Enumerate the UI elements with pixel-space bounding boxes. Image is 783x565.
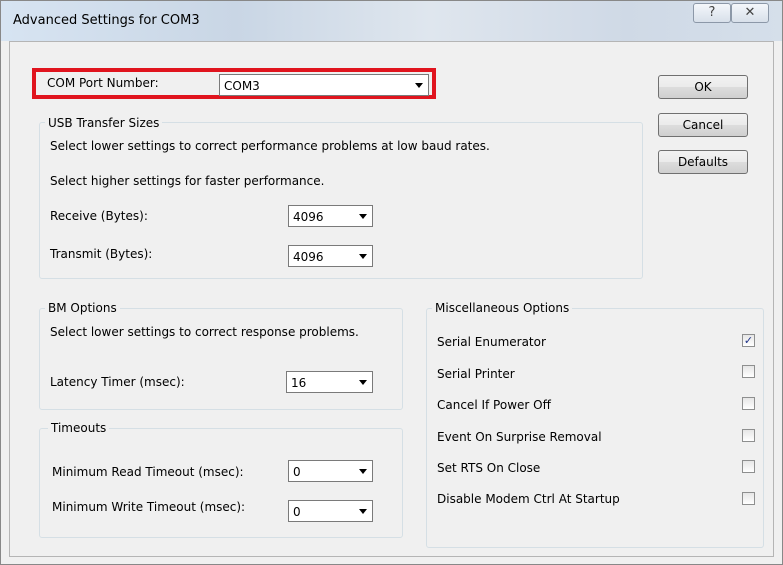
- serial-printer-checkbox[interactable]: [742, 365, 755, 378]
- chevron-down-icon: [359, 254, 367, 259]
- serial-enumerator-checkbox[interactable]: ✓: [742, 334, 755, 347]
- timeouts-title: Timeouts: [48, 421, 110, 435]
- close-button[interactable]: ✕: [731, 3, 769, 23]
- set-rts-on-close-label: Set RTS On Close: [437, 461, 541, 475]
- com-port-label: COM Port Number:: [47, 76, 159, 90]
- usb-transfer-title: USB Transfer Sizes: [45, 116, 163, 130]
- bm-options-title: BM Options: [45, 301, 120, 315]
- chevron-down-icon: [359, 380, 367, 385]
- chevron-down-icon: [415, 83, 423, 88]
- usb-desc-higher: Select higher settings for faster perfor…: [50, 174, 325, 188]
- title-bar[interactable]: Advanced Settings for COM3 ? ✕: [1, 1, 782, 41]
- cancel-button[interactable]: Cancel: [658, 113, 748, 137]
- read-timeout-select[interactable]: 0: [288, 460, 373, 482]
- write-timeout-value: 0: [293, 505, 301, 519]
- chevron-down-icon: [359, 214, 367, 219]
- defaults-button[interactable]: Defaults: [658, 150, 748, 174]
- write-timeout-label: Minimum Write Timeout (msec):: [52, 500, 246, 514]
- dialog-window: Advanced Settings for COM3 ? ✕ COM Port …: [0, 0, 783, 565]
- checkmark-icon: ✓: [743, 334, 754, 347]
- com-port-select[interactable]: COM3: [219, 74, 429, 96]
- com-port-value: COM3: [224, 79, 260, 93]
- event-on-surprise-removal-label: Event On Surprise Removal: [437, 430, 602, 444]
- disable-modem-ctrl-checkbox[interactable]: [742, 492, 755, 505]
- latency-select[interactable]: 16: [286, 371, 373, 393]
- serial-printer-label: Serial Printer: [437, 367, 515, 381]
- help-button[interactable]: ?: [693, 3, 731, 23]
- latency-value: 16: [291, 376, 307, 390]
- event-on-surprise-removal-checkbox[interactable]: [742, 429, 755, 442]
- latency-label: Latency Timer (msec):: [50, 375, 185, 389]
- bm-desc: Select lower settings to correct respons…: [50, 325, 359, 339]
- cancel-if-power-off-label: Cancel If Power Off: [437, 398, 551, 412]
- receive-label: Receive (Bytes):: [50, 209, 148, 223]
- ok-button[interactable]: OK: [658, 75, 748, 99]
- help-icon: ?: [708, 5, 716, 20]
- receive-select[interactable]: 4096: [288, 205, 373, 227]
- transmit-label: Transmit (Bytes):: [50, 247, 153, 261]
- set-rts-on-close-checkbox[interactable]: [742, 460, 755, 473]
- read-timeout-value: 0: [293, 465, 301, 479]
- cancel-if-power-off-checkbox[interactable]: [742, 397, 755, 410]
- close-icon: ✕: [744, 5, 756, 20]
- chevron-down-icon: [359, 469, 367, 474]
- window-title: Advanced Settings for COM3: [13, 13, 200, 28]
- serial-enumerator-label: Serial Enumerator: [437, 335, 546, 349]
- transmit-select[interactable]: 4096: [288, 245, 373, 267]
- write-timeout-select[interactable]: 0: [288, 500, 373, 522]
- bm-options-group: [39, 308, 403, 410]
- chevron-down-icon: [359, 509, 367, 514]
- transmit-value: 4096: [293, 250, 324, 264]
- read-timeout-label: Minimum Read Timeout (msec):: [52, 465, 244, 479]
- receive-value: 4096: [293, 210, 324, 224]
- dialog-body: COM Port Number: COM3 OK Cancel Defaults…: [9, 41, 774, 557]
- usb-desc-lower: Select lower settings to correct perform…: [50, 139, 490, 153]
- disable-modem-ctrl-label: Disable Modem Ctrl At Startup: [437, 492, 620, 506]
- misc-options-title: Miscellaneous Options: [432, 301, 573, 315]
